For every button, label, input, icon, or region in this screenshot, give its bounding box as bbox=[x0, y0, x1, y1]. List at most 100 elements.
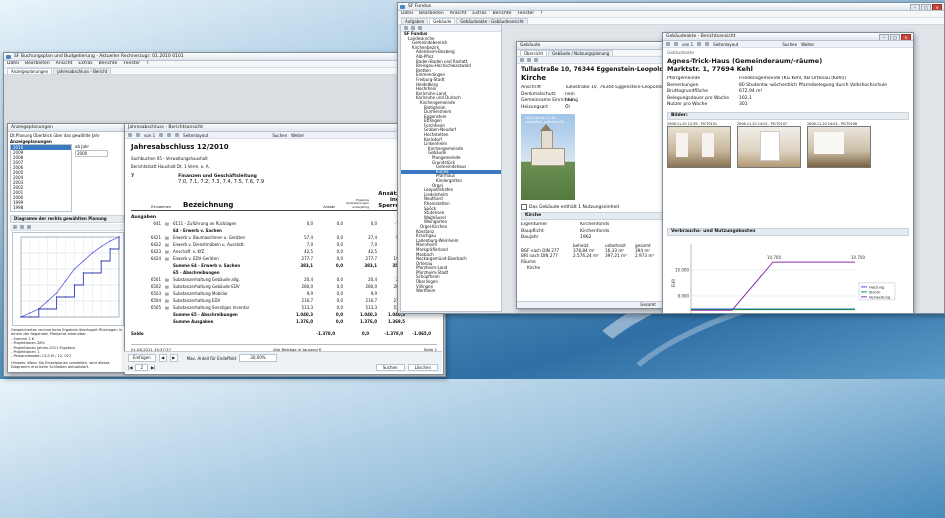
next-page-icon[interactable] bbox=[159, 133, 164, 137]
next-button[interactable]: Weiter bbox=[291, 133, 304, 138]
interior-photo-2[interactable]: 2006-11-20 14:02 - PICT0107 bbox=[737, 122, 801, 168]
data-point bbox=[64, 296, 67, 298]
maximize-button[interactable]: □ bbox=[890, 34, 900, 40]
next-page-icon[interactable] bbox=[697, 42, 702, 46]
tab-jahresabschluss[interactable]: Jahresabschluss - Bericht bbox=[53, 68, 112, 74]
nutzung-checkbox[interactable] bbox=[521, 204, 527, 210]
loeschen-button[interactable]: Löschen bbox=[407, 364, 438, 371]
table-row: 6503 ▤ Substanzerhaltung Mobiliar 9,9 0,0 9,9… bbox=[131, 290, 437, 297]
y-axis-label: EUR bbox=[671, 278, 676, 286]
nav-value-field[interactable]: 30,00% bbox=[239, 354, 277, 362]
tab-anzeigeplanungen[interactable]: Anzeigeplanungen bbox=[7, 68, 53, 74]
table-cell: 641 bbox=[153, 221, 161, 226]
menu-help[interactable]: ? bbox=[146, 61, 148, 67]
report-meta-1: Sachbuchen 05 - Verwaltungshaushalt bbox=[131, 156, 208, 161]
tab-uebersicht[interactable]: Übersicht bbox=[520, 50, 548, 56]
planungen-tabrow[interactable]: Dt.Planung Überblick über das gewählte J… bbox=[8, 132, 126, 139]
nav-next-button[interactable]: ▶ bbox=[169, 354, 178, 362]
record-nav-first[interactable]: |◀ bbox=[128, 365, 132, 370]
prev-page-icon[interactable] bbox=[674, 42, 678, 46]
layout-button[interactable]: Seitenlayout bbox=[713, 42, 738, 47]
zoom-icon[interactable] bbox=[20, 225, 24, 229]
table-cell: 1.040,3 bbox=[360, 312, 377, 317]
zoom-icon[interactable] bbox=[527, 58, 531, 62]
row-icon bbox=[161, 227, 173, 234]
layout-button[interactable]: Seitenlayout bbox=[183, 133, 208, 138]
jahres-toolbar: von 1 Seitenlayout Suchen Weiter bbox=[125, 132, 443, 139]
saldo-value: -1.378,0 bbox=[316, 331, 335, 336]
suchen-button[interactable]: Suchen bbox=[375, 364, 405, 371]
table-cell bbox=[343, 269, 377, 276]
table-row: 6421 ▤ Erwerb v. Baumaschinen u. Geräten 57… bbox=[131, 234, 437, 241]
data-point bbox=[29, 316, 31, 318]
menu-extras[interactable]: Extras bbox=[472, 11, 486, 17]
first-page-icon[interactable] bbox=[128, 133, 132, 137]
first-page-icon[interactable] bbox=[666, 42, 670, 46]
minimize-button[interactable]: – bbox=[879, 34, 889, 40]
ab-jahr-select[interactable]: 2000 bbox=[75, 150, 108, 157]
table-cell: 383,1 bbox=[300, 263, 313, 268]
akte-name: Agnes-Trick-Haus (Gemeinderaum/-räume) bbox=[667, 57, 823, 65]
akte-report-label: Gebäudeakte bbox=[667, 50, 694, 55]
jahresabschluss-panel: Jahresabschluss - Berichtsansicht –□× vo… bbox=[124, 123, 444, 375]
einfuegen-button[interactable]: Einfügen bbox=[128, 354, 156, 362]
table-cell: 9,9 bbox=[306, 291, 313, 296]
table-cell: 6502 bbox=[150, 284, 161, 289]
report-meta-2: Berichtsstatt Haushalt Dt. 1 Verm. o. A. bbox=[131, 164, 210, 169]
record-nav-last[interactable]: ▶| bbox=[151, 365, 155, 370]
menu-help[interactable]: ? bbox=[540, 11, 542, 17]
table-cell: 0,0 bbox=[370, 221, 377, 226]
next-button[interactable]: Weiter bbox=[801, 42, 814, 47]
tab-nutzungsplanung[interactable]: Gebäude / Nutzungsplanung bbox=[548, 50, 614, 56]
menu-ansicht[interactable]: Ansicht bbox=[56, 61, 73, 67]
table-cell: 0,0 bbox=[336, 221, 343, 226]
export-icon[interactable] bbox=[534, 58, 538, 62]
export-icon[interactable] bbox=[175, 133, 180, 137]
year-list[interactable]: 2010 2009 2008 2007 2006 2005 2004 2003 … bbox=[10, 144, 72, 212]
table-cell bbox=[283, 227, 313, 234]
menu-datei[interactable]: Datei bbox=[7, 61, 19, 67]
expand-icon[interactable] bbox=[418, 26, 422, 30]
menu-ansicht[interactable]: Ansicht bbox=[450, 11, 467, 17]
export-icon[interactable] bbox=[27, 225, 31, 229]
print-icon[interactable] bbox=[705, 42, 710, 46]
table-cell: 277,7 bbox=[301, 256, 313, 261]
table-cell bbox=[131, 269, 161, 276]
refresh-icon[interactable] bbox=[404, 26, 408, 30]
menu-extras[interactable]: Extras bbox=[78, 61, 92, 67]
maximize-button[interactable]: □ bbox=[921, 4, 931, 10]
search-button[interactable]: Suchen bbox=[782, 42, 797, 47]
table-cell: 7,0 bbox=[306, 242, 313, 247]
planungen-titlebar: Anzeigeplanungen bbox=[8, 124, 126, 132]
year-item[interactable]: 1998 bbox=[11, 205, 71, 210]
print-icon[interactable] bbox=[13, 225, 17, 229]
fundus-titlebar[interactable]: SF Fundus – □ × bbox=[398, 3, 944, 11]
close-button[interactable]: × bbox=[901, 34, 911, 40]
search-button[interactable]: Suchen bbox=[272, 133, 287, 138]
close-button[interactable]: × bbox=[932, 4, 942, 10]
menu-fenster[interactable]: Fenster bbox=[517, 11, 534, 17]
prev-page-icon[interactable] bbox=[136, 133, 140, 137]
jahres-titlebar: Jahresabschluss - Berichtsansicht –□× bbox=[125, 124, 443, 132]
interior-photo-3[interactable]: 2006-11-20 14:03 - PICT0108 bbox=[807, 122, 871, 168]
church-photo[interactable]: 2007-08-02 11:35 - Leopoldsh_a.Kirche_05 bbox=[521, 114, 575, 200]
record-number[interactable]: 2 bbox=[135, 364, 148, 371]
gebaeude-title: Gebäude bbox=[520, 43, 541, 48]
menu-berichte[interactable]: Berichte bbox=[493, 11, 512, 17]
table-cell bbox=[313, 227, 343, 234]
minimize-button[interactable]: – bbox=[910, 4, 920, 10]
table-row: 6505 ▤ Substanzerhaltung Sonstiges Inventa… bbox=[131, 304, 437, 311]
menu-datei[interactable]: Datei bbox=[401, 11, 413, 17]
budget-titlebar[interactable]: SF Buchungsplan und Budgetierung - Aktue… bbox=[4, 53, 445, 61]
menu-bearbeiten[interactable]: Bearbeiten bbox=[419, 11, 444, 17]
print-icon[interactable] bbox=[167, 133, 172, 137]
menu-fenster[interactable]: Fenster bbox=[123, 61, 140, 67]
print-icon[interactable] bbox=[520, 58, 524, 62]
menu-berichte[interactable]: Berichte bbox=[99, 61, 118, 67]
nav-prev-button[interactable]: ◀ bbox=[158, 354, 167, 362]
filter-icon[interactable] bbox=[411, 26, 415, 30]
menu-bearbeiten[interactable]: Bearbeiten bbox=[25, 61, 50, 67]
interior-photo-1[interactable]: 2006-11-20 12:39 - PICT0101 bbox=[667, 122, 731, 168]
tree-item[interactable]: Wertheim bbox=[401, 289, 501, 294]
row-icon: ▤ bbox=[165, 235, 169, 240]
